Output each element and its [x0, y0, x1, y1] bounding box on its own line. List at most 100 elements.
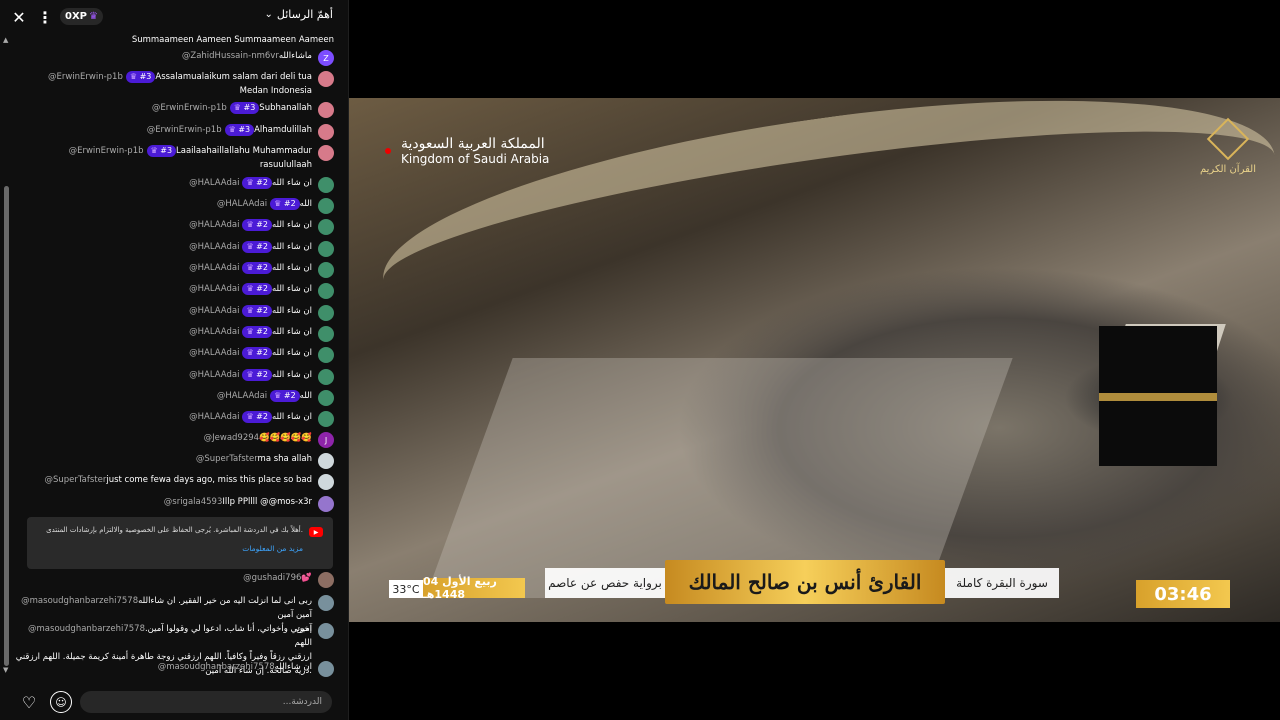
avatar[interactable] — [318, 390, 334, 406]
avatar[interactable] — [318, 145, 334, 161]
avatar[interactable] — [318, 572, 334, 588]
message-author[interactable]: @HALAAdai — [189, 178, 239, 188]
avatar[interactable] — [318, 496, 334, 512]
temperature: 33°C — [389, 580, 423, 598]
video-player[interactable]: المملكة العربية السعودية Kingdom of Saud… — [349, 98, 1280, 622]
chat-message[interactable]: J @Jewad9294🥰🥰🥰🥰🥰 — [14, 431, 334, 448]
chat-message[interactable]: @HALAAdai ♛ #2 ان شاء الله — [14, 218, 334, 235]
rank-badge: ♛ #2 — [242, 283, 272, 295]
xp-badge[interactable]: 0XP ♛ — [60, 8, 103, 25]
message-author[interactable]: @ErwinErwin-p1b — [69, 146, 144, 156]
chat-message[interactable]: @srigala4593Illp PPllll @@mos-x3r — [14, 495, 334, 512]
avatar[interactable]: J — [318, 432, 334, 448]
avatar[interactable] — [318, 177, 334, 193]
avatar[interactable]: Z — [318, 50, 334, 66]
message-author[interactable]: @HALAAdai — [217, 391, 267, 401]
rank-badge: ♛ #2 — [242, 219, 272, 231]
avatar[interactable] — [318, 347, 334, 363]
avatar[interactable] — [318, 262, 334, 278]
chat-message[interactable]: @SuperTafsterjust come fewa days ago, mi… — [14, 473, 334, 490]
avatar[interactable] — [318, 102, 334, 118]
avatar[interactable] — [318, 661, 334, 677]
chat-input[interactable] — [80, 691, 332, 713]
chat-mode-dropdown[interactable]: أهمّ الرسائل ⌄ — [264, 8, 333, 21]
message-author[interactable]: @HALAAdai — [189, 263, 239, 273]
chat-message[interactable]: @ErwinErwin-p1b ♛ #3 Alhamdulillah — [14, 123, 334, 140]
avatar[interactable] — [318, 219, 334, 235]
message-author[interactable]: @HALAAdai — [189, 242, 239, 252]
chat-message[interactable]: Z @ZahidHussain-nm6vrماشاءالله — [14, 49, 334, 66]
chat-message[interactable]: @ErwinErwin-p1b ♛ #3 Laailaahaillallahu Mu… — [14, 144, 334, 172]
message-author[interactable]: @HALAAdai — [189, 220, 239, 230]
rank-badge-text: #2 — [256, 284, 268, 293]
chat-message-list[interactable]: Summaameen Aameen Summaameen Aameen Z @Zah… — [0, 33, 349, 681]
close-icon[interactable]: ✕ — [7, 5, 31, 29]
avatar[interactable] — [318, 283, 334, 299]
chat-message[interactable]: @HALAAdai ♛ #2 الله — [14, 197, 334, 214]
more-options-icon[interactable]: ⋮ — [33, 5, 57, 29]
message-author[interactable]: @ErwinErwin-p1b — [48, 72, 123, 82]
chat-message[interactable]: @ErwinErwin-p1b ♛ #3 Subhanallah — [14, 101, 334, 118]
chat-message[interactable]: @HALAAdai ♛ #2 ان شاء الله — [14, 325, 334, 342]
message-author[interactable]: @ErwinErwin-p1b — [147, 125, 222, 135]
message-text: الله — [299, 199, 312, 209]
message-author[interactable]: @masoudghanbarzehi7578 — [158, 662, 275, 672]
avatar[interactable] — [318, 453, 334, 469]
chat-message[interactable]: @HALAAdai ♛ #2 ان شاء الله — [14, 176, 334, 193]
chat-message[interactable]: @SuperTafsterma sha allah — [14, 452, 334, 469]
message-body: @gushadi796💕 — [14, 571, 312, 585]
avatar[interactable] — [318, 595, 334, 611]
avatar[interactable] — [318, 305, 334, 321]
rank-badge: ♛ #2 — [242, 326, 272, 338]
crown-icon: ♛ — [246, 348, 257, 357]
avatar[interactable] — [318, 124, 334, 140]
chat-message[interactable]: @HALAAdai ♛ #2 الله — [14, 389, 334, 406]
chat-message[interactable]: Summaameen Aameen Summaameen Aameen — [14, 33, 334, 47]
country-arabic: المملكة العربية السعودية — [401, 136, 545, 152]
learn-more-link[interactable]: مزيد من المعلومات — [35, 544, 303, 553]
message-text: Illp PPllll @@mos-x3r — [222, 497, 312, 507]
message-author[interactable]: @ErwinErwin-p1b — [152, 103, 227, 113]
rank-badge: ♛ #2 — [270, 198, 300, 210]
chat-message[interactable]: @gushadi796💕 — [14, 571, 334, 588]
message-author[interactable]: @HALAAdai — [189, 412, 239, 422]
chat-message[interactable]: @HALAAdai ♛ #2 ان شاء الله — [14, 346, 334, 363]
chat-mode-label: أهمّ الرسائل — [276, 8, 333, 21]
message-author[interactable]: @masoudghanbarzehi7578 — [28, 624, 145, 634]
chat-message[interactable]: @ErwinErwin-p1b ♛ #3 Assalamualaikum salam… — [14, 70, 334, 98]
message-author[interactable]: @srigala4593 — [164, 497, 223, 507]
message-author[interactable]: @HALAAdai — [189, 327, 239, 337]
chat-message[interactable]: @HALAAdai ♛ #2 ان شاء الله — [14, 410, 334, 427]
chat-message[interactable]: @HALAAdai ♛ #2 ان شاء الله — [14, 368, 334, 385]
chat-message[interactable]: @HALAAdai ♛ #2 ان شاء الله — [14, 304, 334, 321]
avatar[interactable] — [318, 241, 334, 257]
emoji-icon[interactable]: ☺ — [50, 691, 72, 713]
avatar[interactable] — [318, 474, 334, 490]
message-author[interactable]: @HALAAdai — [189, 284, 239, 294]
rank-badge-text: #2 — [256, 306, 268, 315]
avatar[interactable] — [318, 623, 334, 639]
message-author[interactable]: @SuperTafster — [196, 454, 258, 464]
chat-message[interactable]: @masoudghanbarzehi7578ان شاءالله — [14, 660, 334, 677]
message-author[interactable]: @HALAAdai — [217, 199, 267, 209]
message-author[interactable]: @ZahidHussain-nm6vr — [182, 51, 279, 61]
avatar[interactable] — [318, 71, 334, 87]
avatar[interactable] — [318, 411, 334, 427]
message-author[interactable]: @HALAAdai — [189, 348, 239, 358]
message-text: 💕 — [301, 573, 312, 583]
message-author[interactable]: @masoudghanbarzehi7578 — [21, 596, 138, 606]
chat-message[interactable]: @HALAAdai ♛ #2 ان شاء الله — [14, 261, 334, 278]
message-author[interactable]: @SuperTafster — [44, 475, 106, 485]
avatar[interactable] — [318, 369, 334, 385]
message-author[interactable]: @Jewad9294 — [204, 433, 259, 443]
avatar[interactable] — [318, 326, 334, 342]
heart-icon[interactable]: ♡ — [18, 691, 40, 713]
avatar[interactable] — [318, 198, 334, 214]
rank-badge: ♛ #2 — [242, 177, 272, 189]
message-author[interactable]: @HALAAdai — [189, 306, 239, 316]
chat-message[interactable]: @HALAAdai ♛ #2 ان شاء الله — [14, 240, 334, 257]
message-author[interactable]: @HALAAdai — [189, 370, 239, 380]
chat-message[interactable]: @HALAAdai ♛ #2 ان شاء الله — [14, 282, 334, 299]
message-author[interactable]: @gushadi796 — [243, 573, 301, 583]
hijri-date: 04 ربيع الأول 1448هـ — [423, 575, 525, 601]
